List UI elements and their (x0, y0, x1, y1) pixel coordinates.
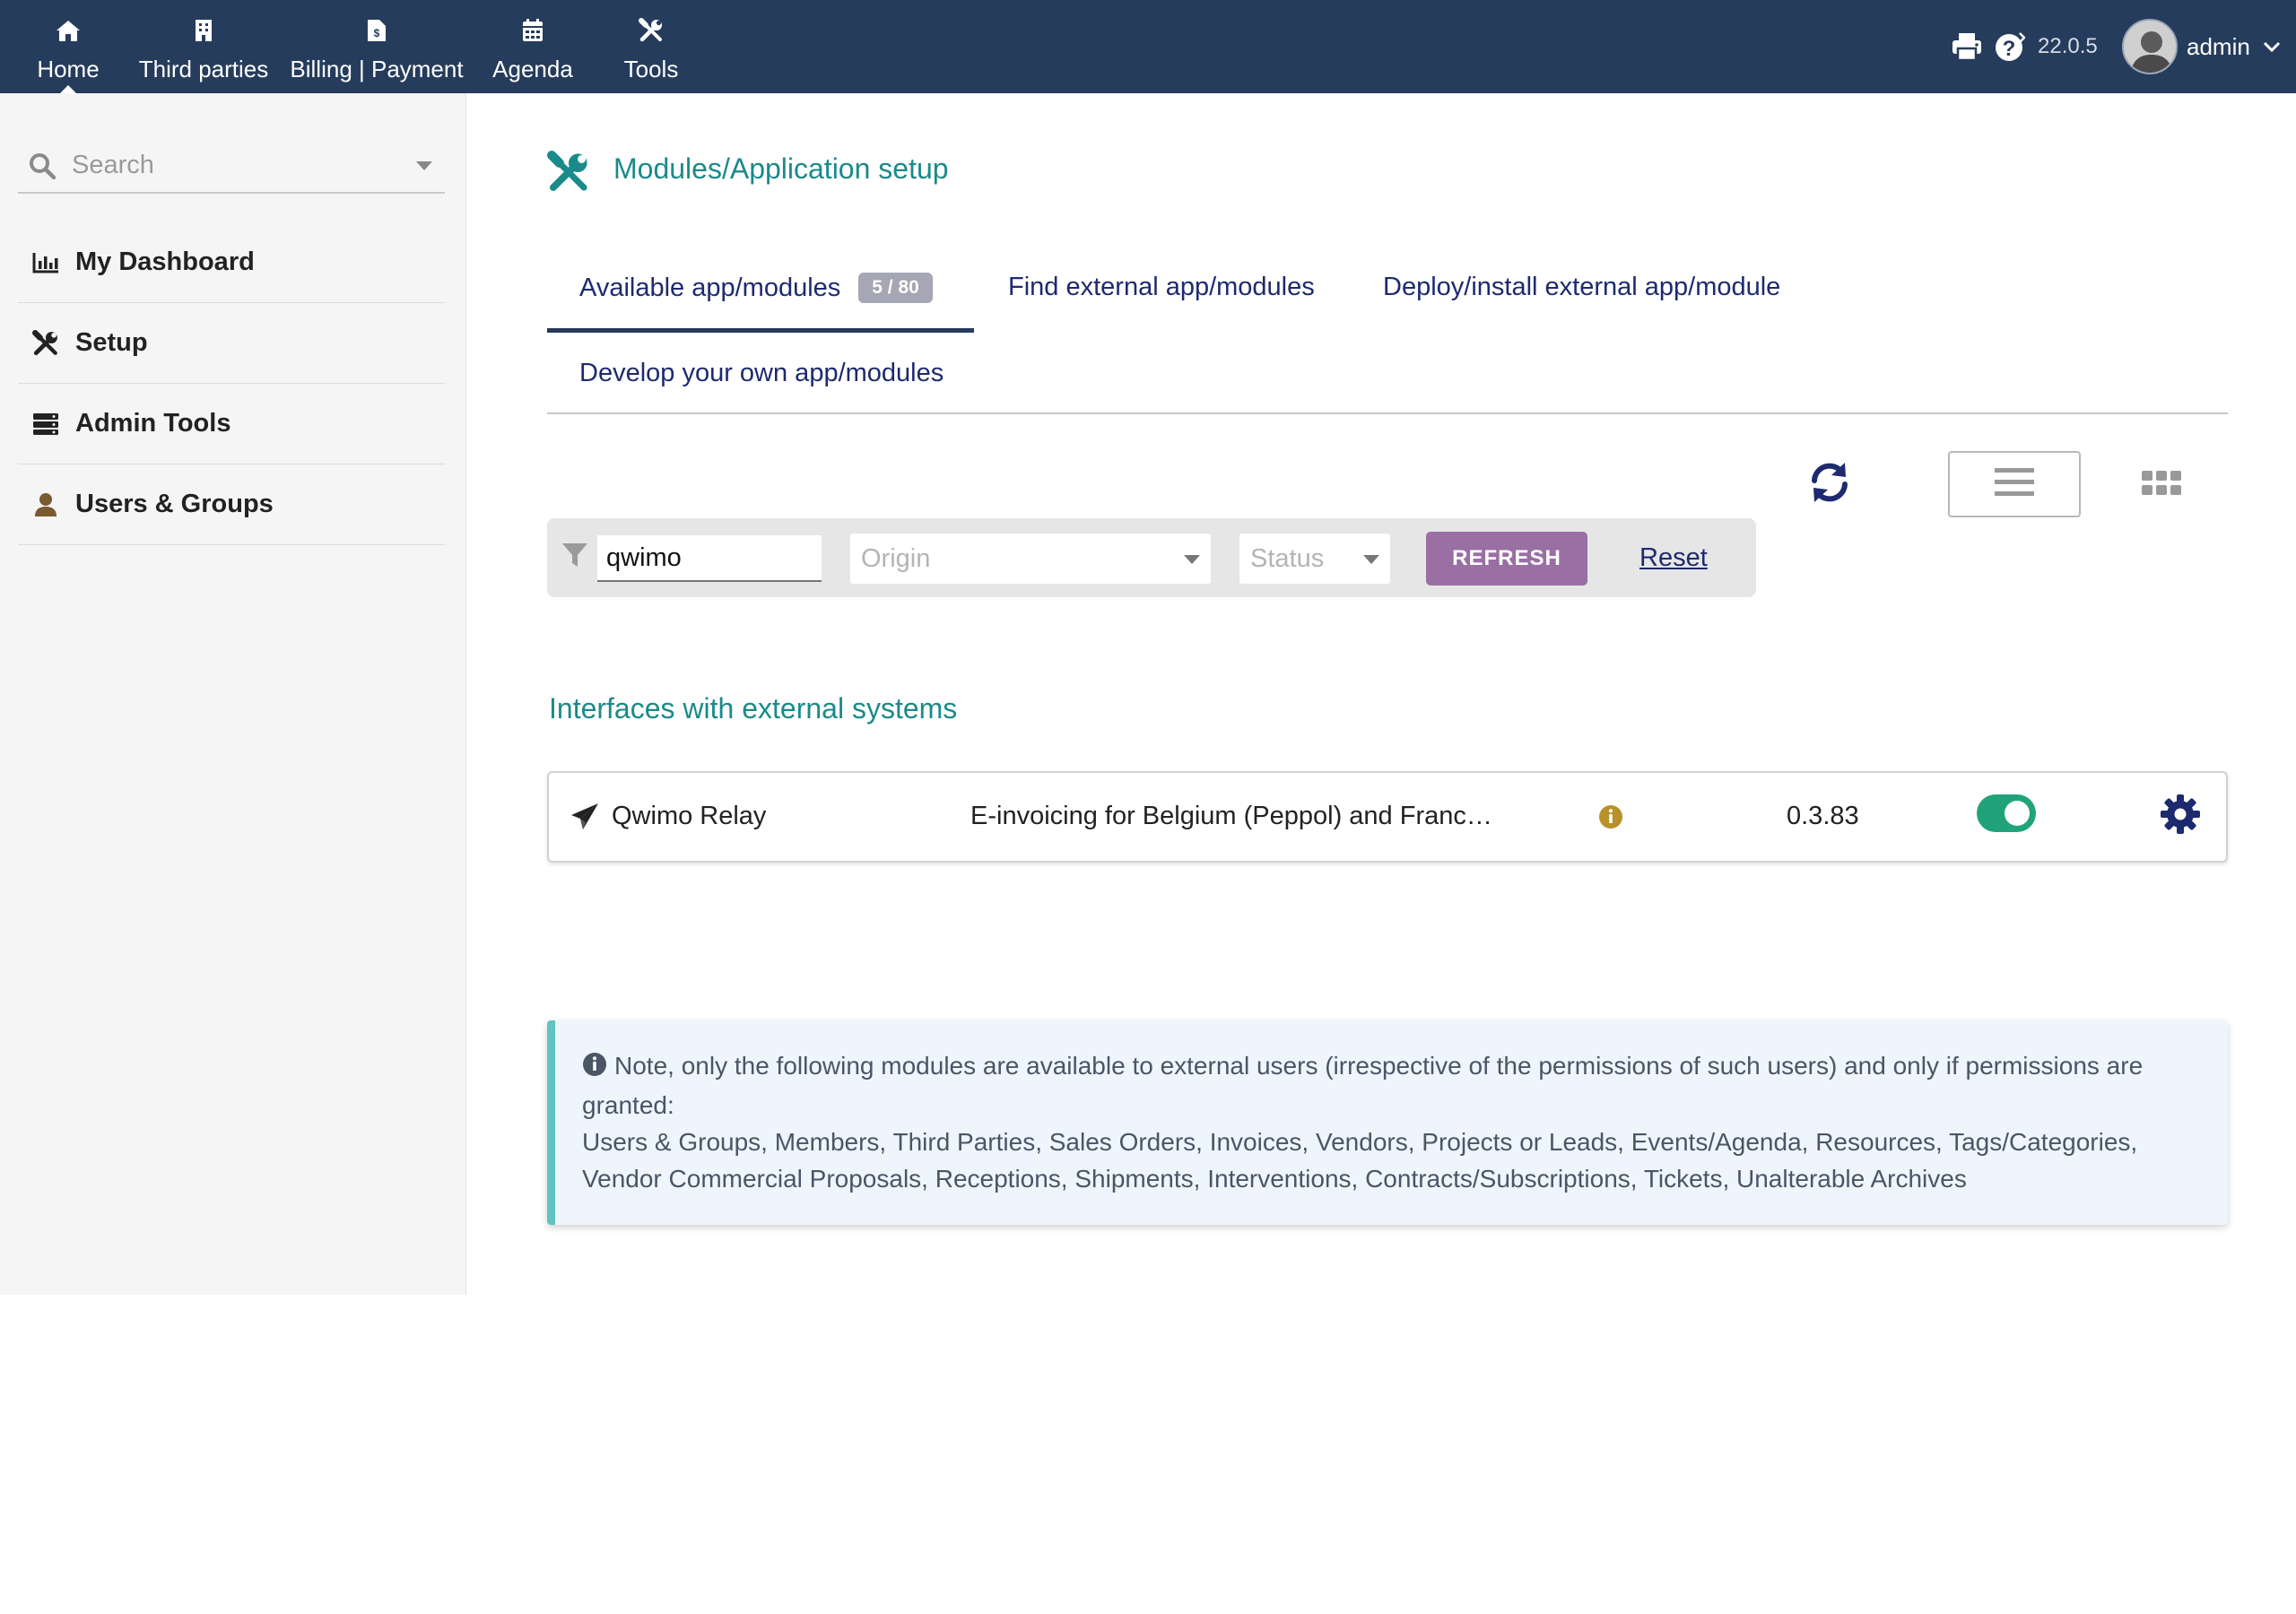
topmenu-home-label: Home (37, 56, 100, 82)
topmenu-third-parties-label: Third parties (138, 56, 269, 82)
gear-icon[interactable] (2160, 794, 2201, 839)
print-icon[interactable] (1952, 0, 1982, 93)
sidebar-item-label: Users & Groups (75, 490, 274, 518)
svg-text:?: ? (2003, 37, 2016, 61)
paper-plane-icon (570, 803, 599, 836)
reset-link[interactable]: Reset (1639, 543, 1708, 573)
note-line-1: Note, only the following modules are ava… (582, 1052, 2144, 1119)
sidebar-item-my-dashboard[interactable]: My Dashboard (18, 222, 445, 303)
home-icon (55, 18, 82, 43)
top-navigation-bar: Home Third parties $ Billing | Payment A… (0, 0, 2296, 94)
tab-find-external-modules[interactable]: Find external app/modules (1008, 273, 1315, 302)
list-view-button[interactable] (1948, 451, 2081, 517)
topmenu-home[interactable]: Home (29, 0, 108, 94)
list-icon (1995, 466, 2034, 503)
active-tab-indicator (547, 328, 974, 333)
status-placeholder: Status (1250, 544, 1325, 573)
user-menu[interactable]: admin (2122, 0, 2281, 93)
user-icon (30, 492, 61, 517)
module-name: Qwimo Relay (612, 802, 767, 830)
grid-view-icon[interactable] (2142, 469, 2181, 502)
topmenu-agenda-label: Agenda (492, 56, 573, 82)
chevron-down-icon (2263, 41, 2281, 52)
sync-icon[interactable] (1806, 459, 1853, 510)
help-icon[interactable]: ? (1995, 0, 2025, 93)
version-label: 22.0.5 (2038, 34, 2098, 58)
svg-text:$: $ (374, 27, 380, 39)
building-icon (195, 18, 213, 43)
sidebar-item-admin-tools[interactable]: Admin Tools (18, 384, 445, 464)
search-icon (29, 152, 57, 184)
module-row: Qwimo Relay E-invoicing for Belgium (Pep… (547, 771, 2228, 863)
toggle-knob (2005, 801, 2030, 826)
sidebar-item-label: My Dashboard (75, 247, 255, 276)
module-search-input[interactable] (597, 535, 822, 582)
search-input[interactable] (72, 145, 395, 185)
calendar-icon (522, 18, 544, 43)
username-label: admin (2187, 32, 2250, 60)
topmenu-billing-payment[interactable]: $ Billing | Payment (287, 0, 466, 93)
sidebar-item-setup[interactable]: Setup (18, 303, 445, 384)
chevron-down-icon (1184, 555, 1200, 564)
info-note-box: Note, only the following modules are ava… (547, 1020, 2228, 1225)
topmenu-tools-label: Tools (623, 56, 679, 82)
module-description: E-invoicing for Belgium (Peppol) and Fra… (970, 802, 1492, 830)
info-icon[interactable] (1598, 804, 1623, 834)
tab-available-modules[interactable]: Available app/modules 5 / 80 (579, 273, 933, 303)
tab-label: Available app/modules (579, 273, 841, 302)
sidebar-search[interactable] (18, 138, 445, 194)
sidebar-item-label: Setup (75, 328, 148, 357)
search-dropdown-caret-icon[interactable] (416, 161, 432, 170)
tools-icon (639, 18, 664, 43)
status-select[interactable]: Status (1239, 534, 1390, 584)
topmenu-third-parties[interactable]: Third parties (136, 0, 271, 93)
left-sidebar: My Dashboard Setup Admin Tools Users & G… (0, 93, 466, 1295)
count-badge: 5 / 80 (858, 273, 933, 303)
tools-icon (30, 329, 61, 357)
module-version: 0.3.83 (1787, 802, 1859, 830)
page-title: Modules/Application setup (613, 152, 949, 185)
note-line-2: Users & Groups, Members, Third Parties, … (582, 1128, 2138, 1193)
filter-icon (561, 542, 588, 573)
module-enabled-toggle[interactable] (1977, 794, 2036, 832)
server-icon (30, 412, 61, 436)
chart-icon (30, 252, 61, 273)
info-icon (582, 1050, 607, 1087)
invoice-icon: $ (367, 18, 387, 43)
note-text: Note, only the following modules are ava… (582, 1047, 2223, 1197)
topmenu-tools[interactable]: Tools (615, 0, 687, 93)
tab-develop-own-modules[interactable]: Develop your own app/modules (579, 359, 944, 388)
section-title: Interfaces with external systems (549, 692, 958, 725)
refresh-button[interactable]: REFRESH (1426, 532, 1587, 586)
origin-select[interactable]: Origin (850, 534, 1211, 584)
avatar (2122, 19, 2178, 74)
sidebar-item-users-groups[interactable]: Users & Groups (18, 464, 445, 545)
origin-placeholder: Origin (861, 544, 931, 573)
filter-bar: Origin Status REFRESH Reset (547, 518, 1756, 597)
tools-icon (547, 151, 590, 198)
tab-deploy-external-module[interactable]: Deploy/install external app/module (1383, 273, 1780, 302)
tabs-divider (547, 412, 2228, 414)
chevron-down-icon (1363, 555, 1379, 564)
sidebar-item-label: Admin Tools (75, 409, 231, 438)
topmenu-agenda[interactable]: Agenda (490, 0, 576, 93)
topmenu-billing-payment-label: Billing | Payment (290, 56, 464, 82)
